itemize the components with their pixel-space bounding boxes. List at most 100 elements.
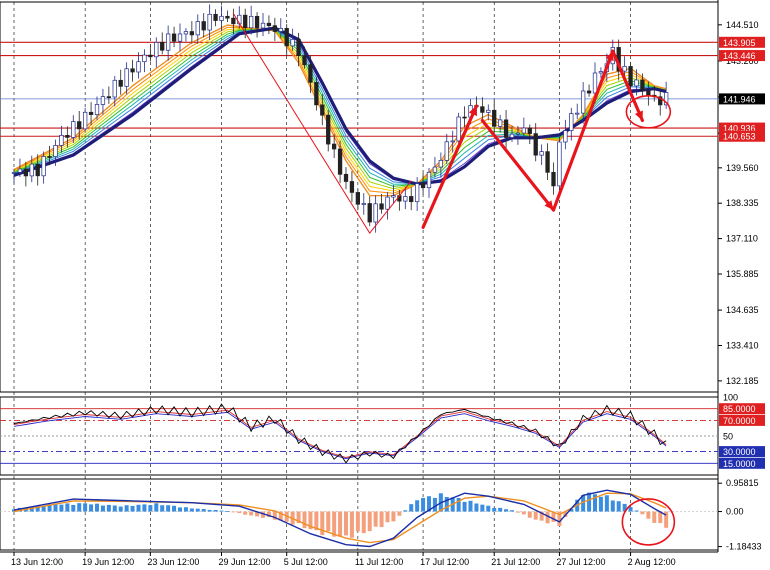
macd-histogram-bar: [527, 511, 532, 518]
macd-histogram-bar: [385, 511, 390, 523]
candle-body: [355, 192, 361, 205]
candle-body: [59, 135, 64, 146]
macd-histogram-bar: [415, 500, 420, 512]
candle-body: [82, 111, 88, 130]
macd-histogram-bar: [124, 505, 129, 512]
candle-body: [65, 135, 70, 138]
axes: 13 Jun 12:00 19 Jun 12:00 23 Jun 12:00 29 J…: [11, 20, 765, 567]
candle-body: [326, 114, 331, 145]
macd-histogram-bar: [213, 509, 218, 512]
macd-histogram-bar: [462, 501, 467, 512]
macd-histogram-bar: [249, 511, 254, 516]
macd-tick-label: 0.00: [726, 507, 744, 517]
macd-histogram-bar: [112, 505, 117, 512]
macd-histogram-bar: [355, 511, 360, 532]
macd-histogram-bar: [397, 511, 402, 516]
rsi-tick-label: 85.0000: [723, 404, 756, 414]
candle-body: [622, 66, 627, 72]
candle-body: [586, 90, 592, 94]
candle-body: [231, 17, 236, 25]
x-tick-label: 29 Jun 12:00: [219, 557, 271, 567]
candle-body: [527, 127, 532, 134]
macd-histogram-bar: [610, 500, 615, 512]
candle-body: [563, 130, 568, 143]
rsi-tick-label: 50: [723, 432, 733, 442]
candle-body: [284, 28, 289, 47]
candle-body: [195, 21, 200, 36]
candle-body: [266, 22, 272, 27]
candle-body: [260, 22, 266, 29]
macd-histogram-bar: [160, 505, 165, 512]
candle-body: [314, 81, 319, 106]
candle-body: [112, 79, 117, 98]
grid: [0, 0, 719, 553]
candle-body: [480, 106, 485, 113]
macd-histogram-bar: [83, 503, 88, 512]
candle-body: [189, 31, 195, 36]
macd-tick-label: -1.18433: [726, 542, 762, 552]
macd-histogram-bar: [53, 504, 58, 512]
candle-body: [580, 90, 586, 114]
macd-histogram-bar: [178, 507, 182, 512]
candle-body: [373, 203, 378, 223]
macd-histogram-bar: [515, 511, 520, 513]
candle-body: [23, 168, 29, 177]
candle-body: [100, 96, 106, 105]
candle-body: [11, 172, 17, 174]
macd-histogram-bar: [326, 511, 331, 532]
rsi-tick-label: 15.0000: [723, 459, 756, 469]
candle-body: [290, 38, 295, 47]
candle-body: [634, 79, 639, 87]
candle-body: [515, 132, 521, 135]
macd-histogram-bar: [142, 504, 147, 512]
candle-body: [432, 166, 438, 173]
macd-histogram-bar: [237, 511, 242, 514]
macd-histogram-bar: [373, 511, 378, 527]
candle-body: [148, 54, 153, 58]
trend-line: [421, 104, 479, 229]
macd-histogram-bar: [403, 510, 408, 512]
candle-body: [165, 33, 171, 51]
trend-line: [551, 49, 615, 212]
macd-histogram-bar: [231, 511, 236, 513]
macd-histogram-bar: [154, 503, 159, 512]
candle-body: [551, 171, 556, 187]
macd-histogram-bar: [480, 504, 485, 512]
candle-body: [598, 71, 604, 74]
macd-histogram-bar: [474, 503, 479, 512]
y-tick-label: 134.635: [726, 305, 759, 315]
candle-body: [41, 156, 46, 177]
macd-histogram-bar: [100, 505, 105, 512]
rsi-tick-label: 70.0000: [723, 416, 756, 426]
macd-histogram-bar: [510, 510, 514, 512]
macd-histogram-bar: [148, 505, 153, 512]
macd-histogram-bar: [379, 511, 384, 528]
x-tick-label: 21 Jul 12:00: [491, 557, 540, 567]
x-tick-label: 23 Jun 12:00: [147, 557, 199, 567]
candle-body: [118, 79, 123, 87]
macd-histogram-bar: [207, 509, 212, 512]
candle-body: [142, 54, 147, 63]
candle-body: [77, 121, 82, 130]
macd-histogram-bar: [225, 511, 230, 512]
candle-body: [492, 109, 497, 127]
macd-histogram-bar: [77, 503, 82, 512]
candle-body: [640, 79, 645, 91]
macd-histogram-bar: [172, 505, 177, 512]
candle-body: [35, 163, 40, 177]
candle-body: [219, 15, 224, 21]
macd-histogram-bar: [344, 511, 348, 536]
candle-body: [349, 181, 355, 193]
candle-body: [628, 66, 633, 87]
candle-body: [503, 119, 509, 138]
macd-histogram-bar: [219, 510, 224, 512]
x-tick-label: 2 Aug 12:00: [628, 557, 676, 567]
candle-body: [462, 116, 467, 119]
candle-body: [539, 151, 544, 156]
macd-histogram-bar: [130, 506, 135, 512]
rsi-panel: [0, 403, 718, 464]
candle-body: [343, 173, 349, 182]
candle-body: [183, 31, 189, 35]
price-level-label: 141.946: [723, 94, 756, 104]
y-tick-label: 135.885: [726, 269, 759, 279]
